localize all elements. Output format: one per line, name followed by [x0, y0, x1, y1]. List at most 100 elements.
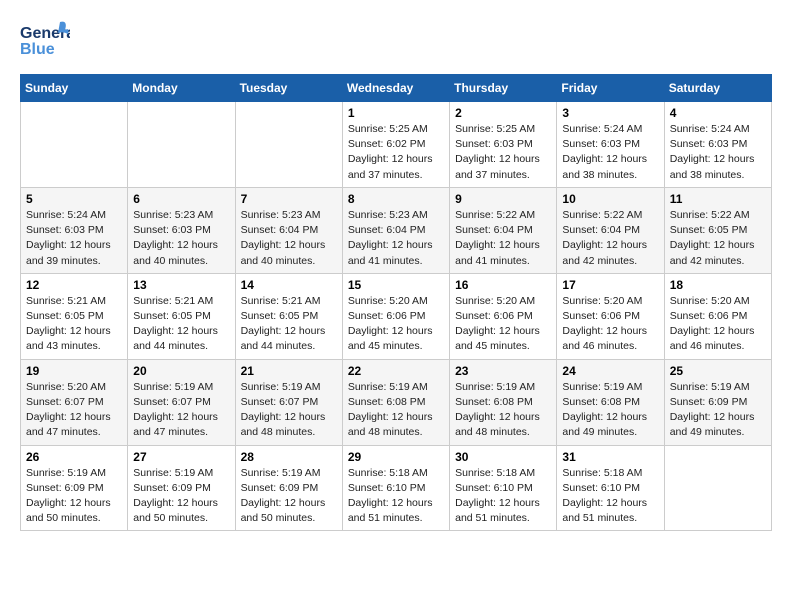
calendar-cell: 18 Sunrise: 5:20 AM Sunset: 6:06 PM Dayli… — [664, 273, 771, 359]
day-number: 30 — [455, 450, 551, 464]
calendar-cell: 13 Sunrise: 5:21 AM Sunset: 6:05 PM Dayli… — [128, 273, 235, 359]
calendar-cell — [21, 102, 128, 188]
calendar-cell — [664, 445, 771, 531]
calendar-cell: 21 Sunrise: 5:19 AM Sunset: 6:07 PM Dayli… — [235, 359, 342, 445]
day-number: 20 — [133, 364, 229, 378]
day-info: Sunrise: 5:24 AM Sunset: 6:03 PM Dayligh… — [562, 122, 658, 183]
logo-svg: GeneralBlue — [20, 20, 70, 64]
svg-text:Blue: Blue — [20, 41, 55, 58]
calendar-day-header: Saturday — [664, 75, 771, 102]
calendar-cell: 4 Sunrise: 5:24 AM Sunset: 6:03 PM Daylig… — [664, 102, 771, 188]
calendar-day-header: Friday — [557, 75, 664, 102]
calendar-day-header: Sunday — [21, 75, 128, 102]
calendar-header-row: SundayMondayTuesdayWednesdayThursdayFrid… — [21, 75, 772, 102]
day-number: 24 — [562, 364, 658, 378]
day-number: 23 — [455, 364, 551, 378]
day-number: 11 — [670, 192, 766, 206]
day-info: Sunrise: 5:22 AM Sunset: 6:05 PM Dayligh… — [670, 208, 766, 269]
calendar-day-header: Wednesday — [342, 75, 449, 102]
day-info: Sunrise: 5:18 AM Sunset: 6:10 PM Dayligh… — [562, 466, 658, 527]
day-info: Sunrise: 5:19 AM Sunset: 6:09 PM Dayligh… — [670, 380, 766, 441]
day-number: 13 — [133, 278, 229, 292]
day-number: 4 — [670, 106, 766, 120]
calendar-cell: 31 Sunrise: 5:18 AM Sunset: 6:10 PM Dayli… — [557, 445, 664, 531]
day-info: Sunrise: 5:21 AM Sunset: 6:05 PM Dayligh… — [26, 294, 122, 355]
day-number: 19 — [26, 364, 122, 378]
calendar-cell: 26Sunrise: 5:19 AM Sunset: 6:09 PM Dayli… — [21, 445, 128, 531]
day-info: Sunrise: 5:20 AM Sunset: 6:06 PM Dayligh… — [348, 294, 444, 355]
day-info: Sunrise: 5:23 AM Sunset: 6:04 PM Dayligh… — [348, 208, 444, 269]
calendar-cell: 17 Sunrise: 5:20 AM Sunset: 6:06 PM Dayli… — [557, 273, 664, 359]
calendar-cell: 16Sunrise: 5:20 AM Sunset: 6:06 PM Dayli… — [450, 273, 557, 359]
day-number: 1 — [348, 106, 444, 120]
day-info: Sunrise: 5:19 AM Sunset: 6:09 PM Dayligh… — [133, 466, 229, 527]
calendar-cell: 14Sunrise: 5:21 AM Sunset: 6:05 PM Dayli… — [235, 273, 342, 359]
day-number: 17 — [562, 278, 658, 292]
calendar-cell: 12 Sunrise: 5:21 AM Sunset: 6:05 PM Dayli… — [21, 273, 128, 359]
day-number: 14 — [241, 278, 337, 292]
day-number: 9 — [455, 192, 551, 206]
calendar-cell: 7 Sunrise: 5:23 AM Sunset: 6:04 PM Daylig… — [235, 187, 342, 273]
calendar-cell: 22 Sunrise: 5:19 AM Sunset: 6:08 PM Dayli… — [342, 359, 449, 445]
day-number: 6 — [133, 192, 229, 206]
day-number: 18 — [670, 278, 766, 292]
calendar-day-header: Monday — [128, 75, 235, 102]
day-info: Sunrise: 5:25 AM Sunset: 6:02 PM Dayligh… — [348, 122, 444, 183]
day-info: Sunrise: 5:25 AM Sunset: 6:03 PM Dayligh… — [455, 122, 551, 183]
calendar-week-row: 26 Sunrise: 5:19 AM Sunset: 6:09 PM Dayli… — [21, 445, 772, 531]
day-info: Sunrise: 5:22 AM Sunset: 6:04 PM Dayligh… — [455, 208, 551, 269]
day-number: 2 — [455, 106, 551, 120]
day-info: Sunrise: 5:18 AM Sunset: 6:10 PM Dayligh… — [348, 466, 444, 527]
day-info: Sunrise: 5:24 AM Sunset: 6:03 PM Dayligh… — [670, 122, 766, 183]
day-number: 22 — [348, 364, 444, 378]
calendar-cell: 2 Sunrise: 5:25 AM Sunset: 6:03 PM Daylig… — [450, 102, 557, 188]
day-number: 3 — [562, 106, 658, 120]
header: GeneralBlue — [20, 20, 772, 64]
logo: GeneralBlue — [20, 20, 70, 64]
day-info: Sunrise: 5:19 AM Sunset: 6:08 PM Dayligh… — [455, 380, 551, 441]
calendar-cell: 27 Sunrise: 5:19 AM Sunset: 6:09 PM Dayli… — [128, 445, 235, 531]
day-number: 21 — [241, 364, 337, 378]
day-info: Sunrise: 5:20 AM Sunset: 6:06 PM Dayligh… — [670, 294, 766, 355]
calendar-cell: 6 Sunrise: 5:23 AM Sunset: 6:03 PM Daylig… — [128, 187, 235, 273]
day-number: 10 — [562, 192, 658, 206]
day-info: Sunrise: 5:19 AM Sunset: 6:08 PM Dayligh… — [348, 380, 444, 441]
day-number: 29 — [348, 450, 444, 464]
day-number: 8 — [348, 192, 444, 206]
calendar-week-row: 19 Sunrise: 5:20 AM Sunset: 6:07 PM Dayli… — [21, 359, 772, 445]
calendar-cell: 20 Sunrise: 5:19 AM Sunset: 6:07 PM Dayli… — [128, 359, 235, 445]
day-number: 26 — [26, 450, 122, 464]
day-number: 15 — [348, 278, 444, 292]
day-info: Sunrise: 5:19 AM Sunset: 6:09 PM Dayligh… — [241, 466, 337, 527]
day-number: 7 — [241, 192, 337, 206]
day-info: Sunrise: 5:20 AM Sunset: 6:06 PM Dayligh… — [455, 294, 551, 355]
day-info: Sunrise: 5:22 AM Sunset: 6:04 PM Dayligh… — [562, 208, 658, 269]
calendar-cell: 23 Sunrise: 5:19 AM Sunset: 6:08 PM Dayli… — [450, 359, 557, 445]
day-info: Sunrise: 5:21 AM Sunset: 6:05 PM Dayligh… — [133, 294, 229, 355]
day-info: Sunrise: 5:19 AM Sunset: 6:08 PM Dayligh… — [562, 380, 658, 441]
day-number: 12 — [26, 278, 122, 292]
calendar-cell: 25Sunrise: 5:19 AM Sunset: 6:09 PM Dayli… — [664, 359, 771, 445]
calendar-cell: 29 Sunrise: 5:18 AM Sunset: 6:10 PM Dayli… — [342, 445, 449, 531]
day-number: 28 — [241, 450, 337, 464]
calendar-cell: 11 Sunrise: 5:22 AM Sunset: 6:05 PM Dayli… — [664, 187, 771, 273]
calendar-cell: 30Sunrise: 5:18 AM Sunset: 6:10 PM Dayli… — [450, 445, 557, 531]
calendar-cell — [128, 102, 235, 188]
day-number: 5 — [26, 192, 122, 206]
calendar-cell: 1 Sunrise: 5:25 AM Sunset: 6:02 PM Daylig… — [342, 102, 449, 188]
calendar-week-row: 12 Sunrise: 5:21 AM Sunset: 6:05 PM Dayli… — [21, 273, 772, 359]
day-info: Sunrise: 5:19 AM Sunset: 6:07 PM Dayligh… — [241, 380, 337, 441]
day-info: Sunrise: 5:23 AM Sunset: 6:03 PM Dayligh… — [133, 208, 229, 269]
day-number: 27 — [133, 450, 229, 464]
day-info: Sunrise: 5:20 AM Sunset: 6:06 PM Dayligh… — [562, 294, 658, 355]
day-info: Sunrise: 5:23 AM Sunset: 6:04 PM Dayligh… — [241, 208, 337, 269]
calendar-table: SundayMondayTuesdayWednesdayThursdayFrid… — [20, 74, 772, 531]
day-info: Sunrise: 5:20 AM Sunset: 6:07 PM Dayligh… — [26, 380, 122, 441]
calendar-week-row: 1 Sunrise: 5:25 AM Sunset: 6:02 PM Daylig… — [21, 102, 772, 188]
day-number: 31 — [562, 450, 658, 464]
calendar-cell: 15 Sunrise: 5:20 AM Sunset: 6:06 PM Dayli… — [342, 273, 449, 359]
page: GeneralBlue SundayMondayTuesdayWednesday… — [0, 0, 792, 541]
calendar-cell: 3 Sunrise: 5:24 AM Sunset: 6:03 PM Daylig… — [557, 102, 664, 188]
day-info: Sunrise: 5:19 AM Sunset: 6:07 PM Dayligh… — [133, 380, 229, 441]
calendar-day-header: Thursday — [450, 75, 557, 102]
